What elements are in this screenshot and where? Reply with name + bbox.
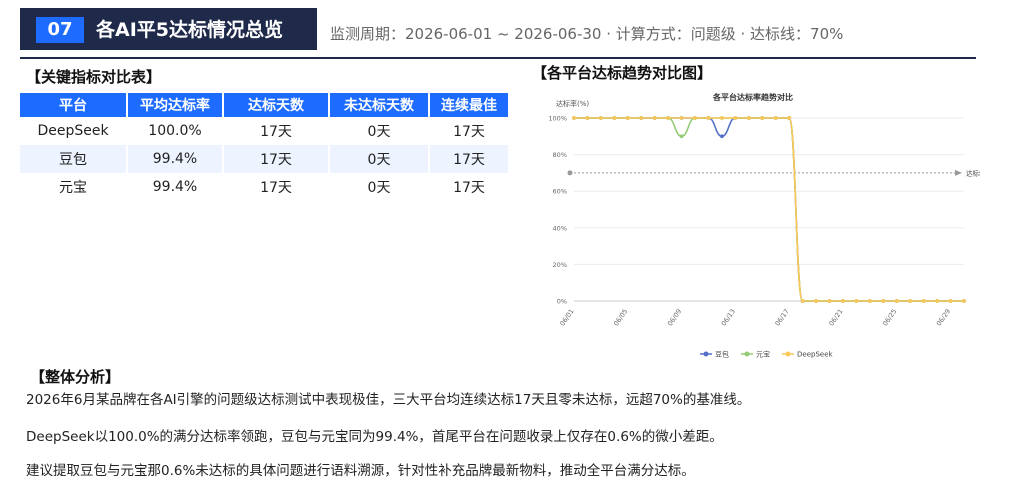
- y-tick-label: 20%: [553, 261, 567, 269]
- y-tick-label: 80%: [553, 151, 567, 159]
- table-row: 元宝 99.4% 17天 0天 17天: [20, 173, 508, 201]
- series-point: [625, 116, 630, 120]
- analysis-paragraph-1: 2026年6月某品牌在各AI引擎的问题级达标测试中表现极佳，三大平台均连续达标1…: [26, 392, 751, 408]
- table-row: DeepSeek 100.0% 17天 0天 17天: [20, 117, 508, 145]
- series-point: [921, 299, 926, 303]
- series-point: [894, 299, 899, 303]
- series-point: [720, 134, 724, 139]
- series-point: [585, 116, 590, 120]
- series-line: [573, 117, 964, 302]
- series-point: [679, 116, 684, 120]
- series-point: [800, 299, 805, 303]
- series-point: [827, 299, 832, 303]
- analysis-paragraph-3: 建议提取豆包与元宝那0.6%未达标的具体问题进行语料溯源，针对性补充品牌最新物料…: [26, 463, 695, 479]
- legend-label: DeepSeek: [797, 351, 834, 359]
- y-axis-label: 达标率(%): [556, 99, 589, 108]
- series-point: [881, 299, 886, 303]
- col-header-pass-days: 达标天数: [224, 93, 328, 117]
- x-tick-label: 06/29: [935, 308, 952, 328]
- col-header-avg-rate: 平均达标率: [128, 93, 222, 117]
- x-tick-label: 06/21: [827, 308, 844, 328]
- page-title: 各AI平5达标情况总览: [96, 19, 283, 41]
- x-tick-label: 06/01: [558, 308, 575, 328]
- series-point: [733, 116, 738, 120]
- series-point: [598, 116, 603, 120]
- series-point: [666, 116, 671, 120]
- cell-best-streak: 17天: [453, 180, 485, 196]
- analysis-section-title: 【整体分析】: [30, 368, 121, 386]
- trend-chart-svg: 各平台达标率趋势对比 达标率(%) 0% 20% 40% 60% 80% 100% 06/0…: [548, 92, 1002, 359]
- threshold-arrow: [955, 169, 962, 176]
- section-number-badge: 07: [36, 17, 84, 43]
- series-point: [773, 116, 778, 120]
- trend-section-title: 【各平台达标趋势对比图】: [532, 64, 713, 82]
- header-banner: 07 各AI平5达标情况总览: [20, 8, 317, 50]
- cell-platform: DeepSeek: [37, 123, 109, 139]
- table-row: 豆包 99.4% 17天 0天 17天: [20, 145, 508, 173]
- series-point: [948, 299, 953, 303]
- series-point: [693, 116, 697, 120]
- series-point: [787, 116, 792, 120]
- cell-avg-rate: 99.4%: [152, 179, 198, 195]
- series-point: [760, 116, 765, 120]
- series-point: [814, 299, 818, 303]
- series-point: [612, 116, 617, 120]
- col-header-best-streak: 连续最佳: [430, 93, 508, 117]
- series-point: [854, 299, 859, 303]
- cell-pass-days: 17天: [224, 145, 328, 173]
- series-point: [962, 299, 966, 303]
- cell-fail-days: 0天: [367, 124, 391, 140]
- series-point: [679, 134, 684, 139]
- cell-avg-rate: 100.0%: [148, 123, 202, 139]
- x-tick-label: 06/09: [666, 308, 683, 328]
- cell-fail-days: 0天: [330, 145, 428, 173]
- y-tick-label: 0%: [557, 298, 567, 306]
- x-tick-label: 06/13: [720, 308, 737, 328]
- kpi-header-row: 平台 平均达标率 达标天数 未达标天数 连续最佳: [20, 93, 508, 117]
- series-point: [720, 116, 724, 120]
- legend-label: 元宝: [756, 350, 770, 359]
- x-tick-label: 06/17: [774, 308, 791, 328]
- analysis-paragraph-2: DeepSeek以100.0%的满分达标率领跑，豆包与元宝同为99.4%，首尾平…: [26, 429, 723, 445]
- x-tick-label: 06/25: [881, 308, 898, 328]
- cell-pass-days: 17天: [260, 124, 292, 140]
- series-line: [573, 117, 964, 302]
- series-point: [639, 116, 644, 120]
- series-point: [652, 116, 657, 120]
- col-header-platform: 平台: [20, 93, 126, 117]
- x-tick-label: 06/05: [612, 308, 629, 328]
- kpi-table: 平台 平均达标率 达标天数 未达标天数 连续最佳 DeepSeek 100.0%…: [18, 93, 510, 201]
- header-divider: [20, 57, 976, 59]
- cell-best-streak: 17天: [453, 124, 485, 140]
- series-point: [935, 299, 940, 303]
- cell-platform: 元宝: [59, 180, 87, 196]
- series-point: [867, 299, 872, 303]
- series-point: [908, 299, 913, 303]
- monitor-meta: 监测周期：2026-06-01 ~ 2026-06-30 · 计算方式：问题级 …: [330, 25, 844, 43]
- chart-title: 各平台达标率趋势对比: [712, 92, 793, 102]
- cell-best-streak: 17天: [430, 145, 508, 173]
- cell-avg-rate: 99.4%: [128, 145, 222, 173]
- cell-fail-days: 0天: [367, 180, 391, 196]
- threshold-start-marker: [567, 170, 573, 176]
- trend-chart: 各平台达标率趋势对比 达标率(%) 0% 20% 40% 60% 80% 100% 06/0…: [540, 86, 1002, 376]
- series-point: [841, 299, 845, 303]
- cell-platform: 豆包: [20, 145, 126, 173]
- col-header-fail-days: 未达标天数: [330, 93, 428, 117]
- legend-swatch-dot: [744, 351, 750, 357]
- y-tick-label: 60%: [553, 188, 567, 196]
- legend-swatch-dot: [785, 351, 791, 357]
- series-point: [706, 116, 711, 120]
- series-point: [572, 116, 576, 120]
- y-tick-label: 40%: [553, 224, 567, 232]
- series-line: [573, 117, 964, 302]
- kpi-section-title: 【关键指标对比表】: [26, 68, 162, 86]
- cell-pass-days: 17天: [260, 180, 292, 196]
- threshold-label: 达标线 70%: [966, 168, 980, 177]
- legend-swatch-dot: [703, 351, 709, 357]
- y-tick-label: 100%: [548, 115, 567, 123]
- series-point: [746, 116, 751, 120]
- legend-label: 豆包: [715, 350, 729, 359]
